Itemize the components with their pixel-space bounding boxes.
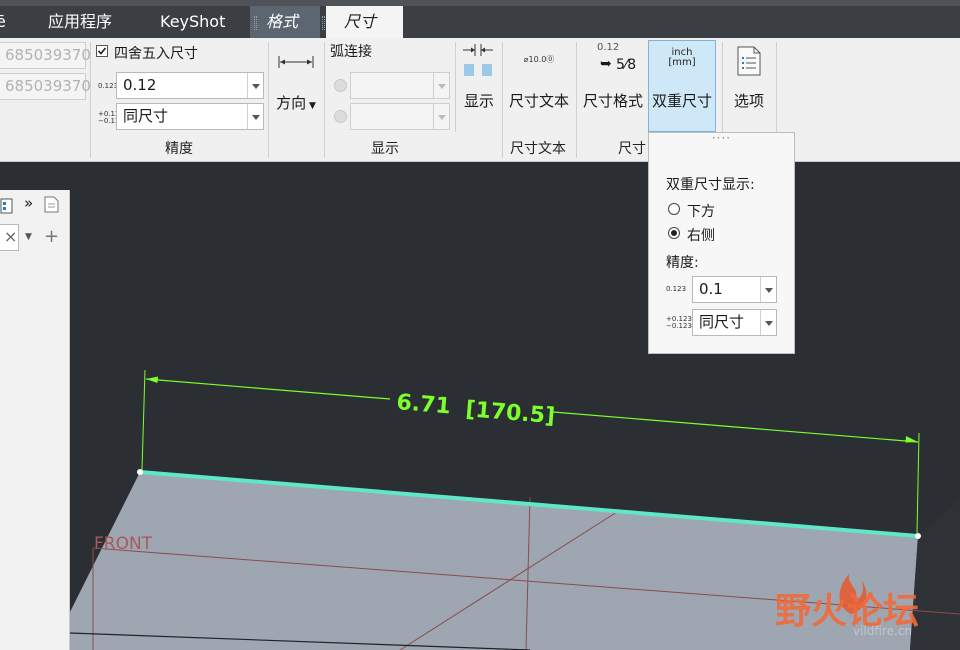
display-icon: [463, 44, 493, 76]
dual-icon-mm: [mm]: [668, 57, 696, 68]
tab-keyshot[interactable]: KeyShot: [160, 6, 225, 38]
chevron-down-icon[interactable]: [433, 104, 449, 129]
model-tree-panel: » × ▼ +: [0, 190, 70, 650]
chevron-down-icon[interactable]: ▼: [25, 232, 32, 242]
dimension-group-label: 尺寸: [618, 141, 646, 157]
popup-tolerance-value: 同尺寸: [699, 313, 745, 331]
arc-dropdown[interactable]: [350, 103, 450, 130]
dimension-value[interactable]: 6.71: [396, 390, 452, 419]
popup-tolerance-dropdown[interactable]: 同尺寸: [692, 309, 777, 336]
precision-group-label: 精度: [165, 141, 193, 157]
tolerance-value: 同尺寸: [123, 107, 169, 125]
chevron-down-icon[interactable]: [247, 104, 263, 129]
options-button-label: 选项: [733, 92, 764, 110]
display-button[interactable]: 显示: [458, 40, 500, 132]
round-dimension-checkbox[interactable]: [96, 45, 108, 57]
close-icon[interactable]: ×: [4, 227, 17, 246]
group-separator: [268, 42, 269, 158]
chevron-down-icon[interactable]: [760, 310, 776, 335]
value-field[interactable]: 685039370: [0, 42, 91, 69]
direction-label: 方向: [276, 94, 307, 112]
group-separator: [324, 42, 325, 158]
chevron-down-icon[interactable]: [247, 73, 263, 98]
tab-dimension[interactable]: 尺寸: [326, 6, 403, 38]
tab-format[interactable]: 格式: [250, 6, 320, 38]
round-dimension-label: 四舍五入尺寸: [114, 46, 198, 62]
dual-dimension-popup: ···· 双重尺寸显示: 下方 右侧 精度: 0.123 0.1 +0.123−…: [648, 131, 795, 354]
chevron-down-icon[interactable]: [760, 277, 776, 302]
direction-arrows-icon: [278, 56, 314, 68]
group-separator: [455, 42, 456, 132]
tab-grip: [322, 16, 325, 30]
tree-icon[interactable]: [0, 198, 14, 214]
dual-dimension-button[interactable]: inch [mm] 双重尺寸: [648, 40, 716, 132]
arc-radio[interactable]: [334, 79, 347, 92]
format-icon-decimal: 0.12: [597, 42, 620, 53]
tab-applications[interactable]: 应用程序: [48, 6, 112, 38]
dimension-format-icon: 0.12 ➥ 5⁄8: [596, 42, 636, 78]
radio-below[interactable]: [668, 203, 680, 215]
popup-precision-dropdown[interactable]: 0.1: [692, 276, 777, 303]
display-button-label: 显示: [463, 92, 494, 110]
more-icon[interactable]: »: [24, 194, 33, 212]
dual-display-title: 双重尺寸显示:: [666, 177, 755, 193]
options-button[interactable]: 选项: [726, 40, 772, 132]
checkbox-icon: [97, 47, 107, 55]
group-separator: [502, 42, 503, 158]
popup-precision-label: 精度:: [666, 255, 699, 271]
direction-button[interactable]: 方向 ▼: [272, 40, 320, 132]
precision-icon: 0.123: [666, 285, 687, 293]
watermark-logo: 野火论坛 vildfire.cn: [775, 572, 955, 642]
tolerance-dropdown[interactable]: 同尺寸: [116, 103, 264, 130]
front-plane-label[interactable]: FRONT: [94, 534, 153, 554]
popup-grip[interactable]: ····: [649, 131, 794, 145]
radio-right[interactable]: [668, 227, 680, 239]
settings-doc-icon[interactable]: [44, 196, 60, 214]
arc-connect-label: 弧连接: [330, 44, 372, 60]
tab-grip: [254, 16, 257, 30]
tolerance-icon: +0.123 −0.123: [666, 315, 692, 330]
popup-precision-value: 0.1: [699, 280, 723, 298]
arc-radio[interactable]: [334, 110, 347, 123]
dimension-text-group-label: 尺寸文本: [510, 141, 566, 157]
ribbon: 685039370 685039370 四舍五入尺寸 0.123 0.12 +0…: [0, 38, 960, 162]
tab-partial[interactable]: ē: [0, 6, 12, 38]
value-field[interactable]: 685039370: [0, 73, 91, 100]
dimension-text-button-label: 尺寸文本: [508, 92, 569, 110]
edge-vertex: [915, 533, 921, 539]
display-group-label: 显示: [371, 141, 399, 157]
radio-below-label[interactable]: 下方: [687, 201, 715, 221]
dimension-text-icon: ⌀10.0⓪: [523, 55, 555, 64]
group-separator: [576, 42, 577, 158]
arrow-icon: ➥: [600, 56, 612, 72]
dimension-format-button[interactable]: 0.12 ➥ 5⁄8 尺寸格式: [580, 40, 646, 132]
dual-dimension-button-label: 双重尺寸: [651, 92, 712, 110]
chevron-down-icon[interactable]: [433, 73, 449, 98]
group-separator: [90, 42, 91, 158]
radio-right-label[interactable]: 右侧: [687, 225, 715, 245]
dimension-format-button-label: 尺寸格式: [582, 92, 643, 110]
ribbon-tab-bar: ē 应用程序 KeyShot 格式 尺寸: [0, 6, 960, 38]
arc-dropdown[interactable]: [350, 72, 450, 99]
add-icon[interactable]: +: [44, 226, 59, 247]
watermark-url: vildfire.cn: [853, 624, 913, 638]
precision-dropdown[interactable]: 0.12: [116, 72, 264, 99]
dimension-text-button[interactable]: ⌀10.0⓪ 尺寸文本: [506, 40, 572, 132]
format-icon-fraction: 5⁄8: [616, 57, 637, 73]
chevron-down-icon: ▼: [306, 101, 316, 111]
document-list-icon: [737, 46, 761, 76]
dual-dimension-icon: inch [mm]: [649, 48, 715, 68]
precision-value: 0.12: [123, 76, 157, 94]
filter-input[interactable]: ×: [0, 224, 19, 251]
